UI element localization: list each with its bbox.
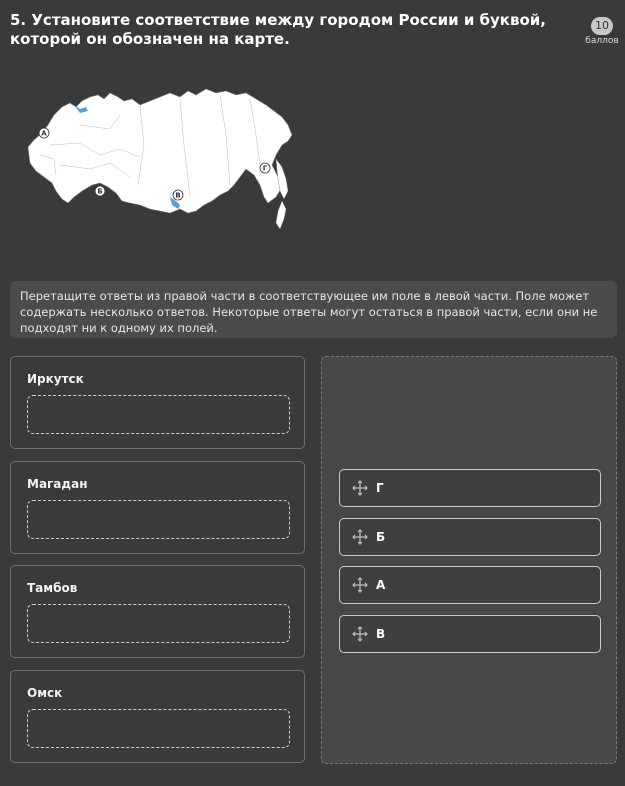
russia-outline bbox=[27, 88, 293, 214]
match-target-label: Магадан bbox=[27, 477, 88, 491]
match-target-label: Тамбов bbox=[27, 581, 78, 595]
points-value: 10 bbox=[591, 17, 613, 35]
match-target-irkutsk: Иркутск bbox=[10, 356, 305, 449]
move-arrows-icon bbox=[352, 577, 368, 593]
answer-pool[interactable]: Г Б А В bbox=[321, 356, 617, 764]
match-target-magadan: Магадан bbox=[10, 461, 305, 554]
map-letter-b: Б bbox=[97, 188, 102, 196]
russia-map: А Б В Г bbox=[20, 85, 300, 237]
move-arrows-icon bbox=[352, 480, 368, 496]
answer-item-v[interactable]: В bbox=[339, 615, 601, 653]
map-letter-g: Г bbox=[263, 165, 268, 173]
russia-map-image: А Б В Г bbox=[27, 88, 293, 230]
move-arrows-icon bbox=[352, 626, 368, 642]
match-target-label: Омск bbox=[27, 686, 63, 700]
answer-item-g[interactable]: Г bbox=[339, 469, 601, 507]
answer-item-b[interactable]: Б bbox=[339, 518, 601, 556]
points-label: баллов bbox=[585, 36, 619, 46]
map-letter-v: В bbox=[175, 192, 180, 200]
answer-label: В bbox=[376, 627, 386, 641]
sakhalin-shape bbox=[275, 200, 287, 230]
match-target-tambov: Тамбов bbox=[10, 565, 305, 658]
move-arrows-icon bbox=[352, 529, 368, 545]
question-title: 5. Установите соответствие между городом… bbox=[10, 11, 546, 48]
match-target-omsk: Омск bbox=[10, 670, 305, 763]
answer-label: Г bbox=[376, 481, 384, 495]
answer-label: Б bbox=[376, 530, 386, 544]
drop-zone-omsk[interactable] bbox=[27, 709, 290, 748]
drop-zone-magadan[interactable] bbox=[27, 500, 290, 539]
map-letter-a: А bbox=[41, 130, 47, 138]
points-indicator: 10 баллов bbox=[584, 14, 620, 46]
drop-zone-tambov[interactable] bbox=[27, 604, 290, 643]
match-target-label: Иркутск bbox=[27, 372, 84, 386]
answer-label: А bbox=[376, 578, 386, 592]
answer-item-a[interactable]: А bbox=[339, 566, 601, 604]
instructions-text: Перетащите ответы из правой части в соот… bbox=[10, 281, 617, 338]
drop-zone-irkutsk[interactable] bbox=[27, 395, 290, 434]
